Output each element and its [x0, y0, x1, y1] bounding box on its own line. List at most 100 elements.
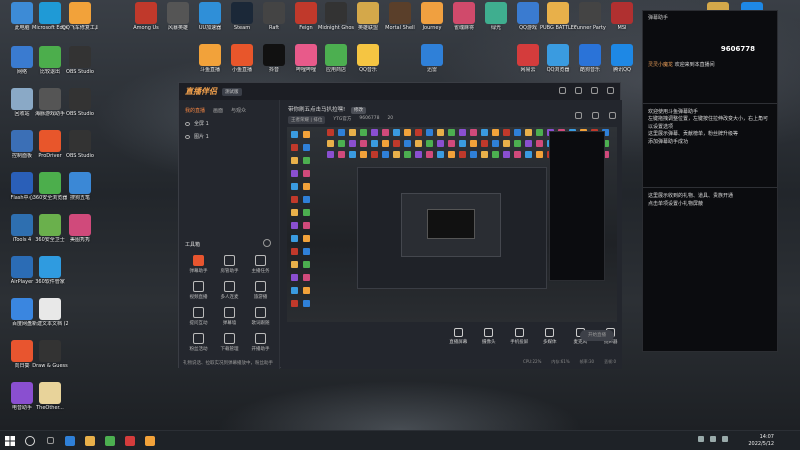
input-method-icon[interactable] — [722, 436, 728, 442]
desktop-icon[interactable]: 新建文本文档 (2) — [32, 298, 68, 327]
app-icon — [11, 88, 33, 110]
desktop-icon[interactable]: OBS Studio — [62, 88, 98, 117]
tool-item[interactable]: 歌词跟随 — [245, 307, 276, 326]
start-button[interactable] — [0, 431, 20, 450]
tool-item[interactable]: 提问互动 — [183, 307, 214, 326]
phone-cast-icon — [514, 328, 524, 337]
start-live-button[interactable]: 开始直播 — [580, 330, 614, 341]
app-icon — [325, 2, 347, 24]
tab-picture[interactable]: 画面 — [213, 107, 223, 114]
app-icon — [325, 44, 347, 66]
tool-item[interactable]: 下载管理 — [214, 333, 245, 352]
tool-item[interactable]: 粉丝活动 — [183, 333, 214, 352]
share-icon[interactable] — [609, 112, 616, 119]
tool-item[interactable]: 弹幕墙 — [214, 307, 245, 326]
task-view-button[interactable] — [40, 431, 60, 450]
tool-item[interactable]: 视频直播 — [183, 281, 214, 300]
tool-item[interactable]: 主播任务 — [245, 255, 276, 274]
desktop-icon[interactable]: Raft — [256, 2, 292, 31]
desktop-icon[interactable]: QQ浏览器 — [540, 44, 576, 73]
tab-audience[interactable]: 与观众 — [231, 107, 246, 114]
desktop-icon[interactable]: Journey — [414, 2, 450, 31]
desktop-icon[interactable]: QQ飞车修复工具 — [62, 2, 98, 31]
desktop-icon[interactable]: 腾讯QQ — [604, 44, 640, 73]
app-icon — [39, 2, 61, 24]
desktop-icon[interactable]: Funner Party — [572, 2, 608, 31]
live-preview-canvas[interactable] — [287, 127, 617, 322]
source-control[interactable]: 摄像头 — [478, 328, 501, 345]
tool-item[interactable]: 弹幕助手 — [183, 255, 214, 274]
volume-icon[interactable] — [710, 436, 716, 442]
desktop-icon[interactable]: 迅雷 — [414, 44, 450, 73]
preview-desktop-icon — [536, 129, 543, 136]
source-item[interactable]: 全屏 1 — [179, 117, 279, 130]
preview-desktop-icon — [291, 287, 298, 294]
app-icon — [69, 172, 91, 194]
source-item[interactable]: 图片 1 — [179, 130, 279, 143]
app-icon — [199, 2, 221, 24]
desktop-icon[interactable]: OBS Studio — [62, 46, 98, 75]
desktop-icon[interactable]: MSI — [604, 2, 640, 31]
preview-desktop-icon — [404, 140, 411, 147]
helper-icon — [255, 333, 266, 344]
desktop-icon[interactable]: 英雄联盟 — [350, 2, 386, 31]
close-icon[interactable] — [607, 87, 614, 94]
desktop-icon[interactable]: UU加速器 — [192, 2, 228, 31]
desktop-icon[interactable]: 斗鱼直播 — [192, 44, 228, 73]
source-control[interactable]: 直播屏幕 — [447, 328, 470, 345]
tool-item[interactable]: 开播助手 — [245, 333, 276, 352]
desktop-icon[interactable]: 酷狗音乐 — [572, 44, 608, 73]
desktop-icon[interactable]: 应用商店 — [318, 44, 354, 73]
minimize-icon[interactable] — [575, 87, 582, 94]
clock[interactable]: 14:07 2022/5/12 — [748, 434, 774, 448]
desktop-icon[interactable]: 小鱼直播 — [224, 44, 260, 73]
toolbox-more-icon[interactable] — [263, 239, 271, 247]
desktop-icon[interactable]: 美图秀秀 — [62, 214, 98, 243]
lock-icon[interactable] — [575, 112, 582, 119]
source-control[interactable]: 多媒体 — [539, 328, 562, 345]
desktop-icon[interactable]: PUBG BATTLEGR... — [540, 2, 576, 31]
settings-icon[interactable] — [559, 87, 566, 94]
desktop-icon-label: OBS Studio — [66, 111, 94, 117]
source-control[interactable]: 手机投屏 — [508, 328, 531, 345]
desktop-icon[interactable]: 360软件管家 — [32, 256, 68, 285]
desktop-icon[interactable]: 绿光 — [478, 2, 514, 31]
taskbar-app[interactable] — [80, 431, 100, 450]
maximize-icon[interactable] — [591, 87, 598, 94]
desktop-icon[interactable]: TheOther... — [32, 382, 68, 411]
taskbar-app[interactable] — [100, 431, 120, 450]
welcome-text: 欢迎来到本直播间 — [674, 62, 715, 68]
preview-desktop-icon — [382, 140, 389, 147]
msg-line: 添加弹幕助手成功 — [648, 138, 689, 145]
network-icon[interactable] — [698, 436, 704, 442]
search-button[interactable] — [20, 431, 40, 450]
desktop-icon[interactable]: 搜狗五笔 — [62, 172, 98, 201]
tool-item[interactable]: 房管助手 — [214, 255, 245, 274]
category-pill[interactable]: 王者荣耀 | 排位 — [288, 116, 326, 124]
tab-my-live[interactable]: 我的直播 — [185, 107, 205, 114]
preview-desktop-icon — [291, 235, 298, 242]
taskbar-app[interactable] — [120, 431, 140, 450]
visibility-eye-icon[interactable] — [185, 134, 190, 139]
desktop-icon[interactable]: Steam — [224, 2, 260, 31]
edit-room-button[interactable]: 修改 — [350, 107, 366, 114]
desktop-icon[interactable]: 风暴英雄 — [160, 2, 196, 31]
preview-desktop-icon — [448, 151, 455, 158]
preview-desktop-icon — [291, 274, 298, 281]
tool-item[interactable]: 多人连麦 — [214, 281, 245, 300]
desktop-icon[interactable]: 抖音 — [256, 44, 292, 73]
desktop-icon[interactable]: Among Us — [128, 2, 164, 31]
desktop-icon[interactable]: Mortal Shell — [382, 2, 418, 31]
desktop-icon-label: TheOther... — [36, 405, 64, 411]
left-footer-text: 礼物说话、拉取实况到弹幕播放中，粉丝助手 — [183, 361, 273, 366]
taskbar-app[interactable] — [60, 431, 80, 450]
desktop-icon[interactable]: Draw & Guess — [32, 340, 68, 369]
desktop-icon[interactable]: Midnight Ghost Hunt — [318, 2, 354, 31]
taskbar-app[interactable] — [140, 431, 160, 450]
record-icon[interactable] — [592, 112, 599, 119]
desktop-icon[interactable]: QQ音乐 — [350, 44, 386, 73]
desktop-icon[interactable]: 雀魂麻将 — [446, 2, 482, 31]
visibility-eye-icon[interactable] — [185, 121, 190, 126]
desktop-icon[interactable]: OBS Studio — [62, 130, 98, 159]
tool-item[interactable]: 旅游播 — [245, 281, 276, 300]
